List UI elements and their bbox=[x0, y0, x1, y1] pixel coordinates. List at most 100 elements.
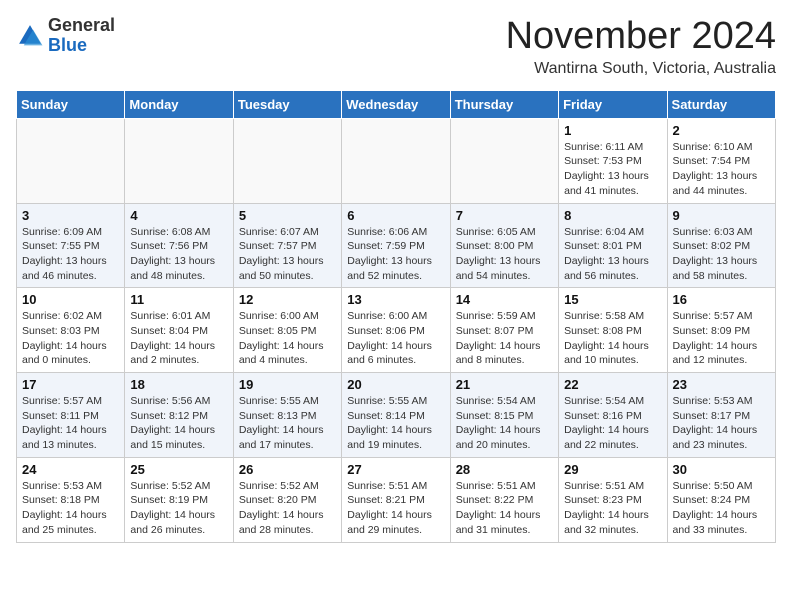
calendar-cell bbox=[125, 118, 233, 203]
calendar-cell: 17Sunrise: 5:57 AMSunset: 8:11 PMDayligh… bbox=[17, 373, 125, 458]
day-info: Sunrise: 6:03 AMSunset: 8:02 PMDaylight:… bbox=[673, 225, 770, 284]
calendar-cell: 25 Sunrise: 5:52 AMSunset: 8:19 PMDayligh… bbox=[125, 457, 233, 542]
day-number: 18 bbox=[130, 377, 227, 392]
day-info: Sunrise: 6:00 AMSunset: 8:06 PMDaylight:… bbox=[347, 309, 444, 368]
calendar-cell: 16 Sunrise: 5:57 AMSunset: 8:09 PMDayligh… bbox=[667, 288, 775, 373]
day-number: 8 bbox=[564, 208, 661, 223]
day-number: 3 bbox=[22, 208, 119, 223]
day-number: 15 bbox=[564, 292, 661, 307]
day-info: Sunrise: 5:54 AMSunset: 8:15 PMDaylight:… bbox=[456, 394, 553, 453]
day-number: 25 bbox=[130, 462, 227, 477]
day-info: Sunrise: 6:00 AMSunset: 8:05 PMDaylight:… bbox=[239, 309, 336, 368]
calendar-day-header: Wednesday bbox=[342, 90, 450, 118]
day-number: 16 bbox=[673, 292, 770, 307]
day-info: Sunrise: 5:51 AMSunset: 8:23 PMDaylight:… bbox=[564, 479, 661, 538]
calendar-cell: 26 Sunrise: 5:52 AMSunset: 8:20 PMDayligh… bbox=[233, 457, 341, 542]
page-header: General Blue November 2024 Wantirna Sout… bbox=[16, 16, 776, 78]
calendar-cell: 15 Sunrise: 5:58 AMSunset: 8:08 PMDayligh… bbox=[559, 288, 667, 373]
calendar-day-header: Tuesday bbox=[233, 90, 341, 118]
calendar-day-header: Friday bbox=[559, 90, 667, 118]
calendar-table: SundayMondayTuesdayWednesdayThursdayFrid… bbox=[16, 90, 776, 543]
day-info: Sunrise: 5:51 AMSunset: 8:21 PMDaylight:… bbox=[347, 479, 444, 538]
calendar-cell: 1 Sunrise: 6:11 AMSunset: 7:53 PMDaylight… bbox=[559, 118, 667, 203]
calendar-cell: 12 Sunrise: 6:00 AMSunset: 8:05 PMDayligh… bbox=[233, 288, 341, 373]
day-number: 17 bbox=[22, 377, 119, 392]
day-number: 7 bbox=[456, 208, 553, 223]
calendar-cell: 9 Sunrise: 6:03 AMSunset: 8:02 PMDaylight… bbox=[667, 203, 775, 288]
calendar-cell bbox=[450, 118, 558, 203]
day-info: Sunrise: 5:57 AMSunset: 8:09 PMDaylight:… bbox=[673, 309, 770, 368]
calendar-cell: 2Sunrise: 6:10 AMSunset: 7:54 PMDaylight… bbox=[667, 118, 775, 203]
day-info: Sunrise: 5:53 AMSunset: 8:17 PMDaylight:… bbox=[673, 394, 770, 453]
calendar-cell: 30 Sunrise: 5:50 AMSunset: 8:24 PMDayligh… bbox=[667, 457, 775, 542]
day-info: Sunrise: 5:59 AMSunset: 8:07 PMDaylight:… bbox=[456, 309, 553, 368]
day-info: Sunrise: 5:51 AMSunset: 8:22 PMDaylight:… bbox=[456, 479, 553, 538]
day-info: Sunrise: 5:58 AMSunset: 8:08 PMDaylight:… bbox=[564, 309, 661, 368]
day-number: 22 bbox=[564, 377, 661, 392]
calendar-cell: 22Sunrise: 5:54 AMSunset: 8:16 PMDayligh… bbox=[559, 373, 667, 458]
calendar-cell bbox=[233, 118, 341, 203]
day-number: 21 bbox=[456, 377, 553, 392]
day-number: 27 bbox=[347, 462, 444, 477]
day-info: Sunrise: 6:08 AMSunset: 7:56 PMDaylight:… bbox=[130, 225, 227, 284]
calendar-cell bbox=[342, 118, 450, 203]
day-info: Sunrise: 5:55 AMSunset: 8:13 PMDaylight:… bbox=[239, 394, 336, 453]
day-info: Sunrise: 5:56 AMSunset: 8:12 PMDaylight:… bbox=[130, 394, 227, 453]
calendar-day-header: Saturday bbox=[667, 90, 775, 118]
day-number: 9 bbox=[673, 208, 770, 223]
logo-blue-text: Blue bbox=[48, 35, 87, 55]
day-number: 26 bbox=[239, 462, 336, 477]
day-info: Sunrise: 5:53 AMSunset: 8:18 PMDaylight:… bbox=[22, 479, 119, 538]
day-number: 29 bbox=[564, 462, 661, 477]
day-info: Sunrise: 6:06 AMSunset: 7:59 PMDaylight:… bbox=[347, 225, 444, 284]
day-number: 23 bbox=[673, 377, 770, 392]
calendar-cell: 10 Sunrise: 6:02 AMSunset: 8:03 PMDayligh… bbox=[17, 288, 125, 373]
logo-general-text: General bbox=[48, 15, 115, 35]
calendar-day-header: Thursday bbox=[450, 90, 558, 118]
day-info: Sunrise: 6:04 AMSunset: 8:01 PMDaylight:… bbox=[564, 225, 661, 284]
calendar-cell: 7 Sunrise: 6:05 AMSunset: 8:00 PMDaylight… bbox=[450, 203, 558, 288]
day-number: 2 bbox=[673, 123, 770, 138]
calendar-cell: 6 Sunrise: 6:06 AMSunset: 7:59 PMDaylight… bbox=[342, 203, 450, 288]
calendar-cell: 11Sunrise: 6:01 AMSunset: 8:04 PMDayligh… bbox=[125, 288, 233, 373]
calendar-cell: 18 Sunrise: 5:56 AMSunset: 8:12 PMDayligh… bbox=[125, 373, 233, 458]
day-info: Sunrise: 5:55 AMSunset: 8:14 PMDaylight:… bbox=[347, 394, 444, 453]
day-number: 6 bbox=[347, 208, 444, 223]
day-number: 28 bbox=[456, 462, 553, 477]
day-info: Sunrise: 6:07 AMSunset: 7:57 PMDaylight:… bbox=[239, 225, 336, 284]
calendar-cell: 8 Sunrise: 6:04 AMSunset: 8:01 PMDaylight… bbox=[559, 203, 667, 288]
day-info: Sunrise: 5:52 AMSunset: 8:19 PMDaylight:… bbox=[130, 479, 227, 538]
day-info: Sunrise: 5:52 AMSunset: 8:20 PMDaylight:… bbox=[239, 479, 336, 538]
day-number: 14 bbox=[456, 292, 553, 307]
calendar-cell: 20 Sunrise: 5:55 AMSunset: 8:14 PMDayligh… bbox=[342, 373, 450, 458]
location-subtitle: Wantirna South, Victoria, Australia bbox=[506, 60, 776, 78]
calendar-day-header: Monday bbox=[125, 90, 233, 118]
month-title: November 2024 bbox=[506, 16, 776, 58]
day-number: 11 bbox=[130, 292, 227, 307]
title-block: November 2024 Wantirna South, Victoria, … bbox=[506, 16, 776, 78]
day-number: 30 bbox=[673, 462, 770, 477]
day-info: Sunrise: 6:05 AMSunset: 8:00 PMDaylight:… bbox=[456, 225, 553, 284]
logo-icon bbox=[16, 22, 44, 50]
calendar-cell: 3 Sunrise: 6:09 AMSunset: 7:55 PMDaylight… bbox=[17, 203, 125, 288]
day-number: 10 bbox=[22, 292, 119, 307]
day-number: 12 bbox=[239, 292, 336, 307]
day-info: Sunrise: 6:02 AMSunset: 8:03 PMDaylight:… bbox=[22, 309, 119, 368]
day-info: Sunrise: 6:09 AMSunset: 7:55 PMDaylight:… bbox=[22, 225, 119, 284]
calendar-cell: 19 Sunrise: 5:55 AMSunset: 8:13 PMDayligh… bbox=[233, 373, 341, 458]
day-number: 19 bbox=[239, 377, 336, 392]
day-number: 24 bbox=[22, 462, 119, 477]
logo: General Blue bbox=[16, 16, 115, 56]
calendar-cell: 23 Sunrise: 5:53 AMSunset: 8:17 PMDayligh… bbox=[667, 373, 775, 458]
day-number: 20 bbox=[347, 377, 444, 392]
calendar-day-header: Sunday bbox=[17, 90, 125, 118]
day-number: 1 bbox=[564, 123, 661, 138]
day-info: Sunrise: 6:11 AMSunset: 7:53 PMDaylight:… bbox=[564, 140, 661, 199]
calendar-cell: 13Sunrise: 6:00 AMSunset: 8:06 PMDayligh… bbox=[342, 288, 450, 373]
calendar-cell: 24 Sunrise: 5:53 AMSunset: 8:18 PMDayligh… bbox=[17, 457, 125, 542]
day-info: Sunrise: 5:50 AMSunset: 8:24 PMDaylight:… bbox=[673, 479, 770, 538]
calendar-cell: 4Sunrise: 6:08 AMSunset: 7:56 PMDaylight… bbox=[125, 203, 233, 288]
calendar-cell: 14 Sunrise: 5:59 AMSunset: 8:07 PMDayligh… bbox=[450, 288, 558, 373]
calendar-cell bbox=[17, 118, 125, 203]
calendar-cell: 5Sunrise: 6:07 AMSunset: 7:57 PMDaylight… bbox=[233, 203, 341, 288]
